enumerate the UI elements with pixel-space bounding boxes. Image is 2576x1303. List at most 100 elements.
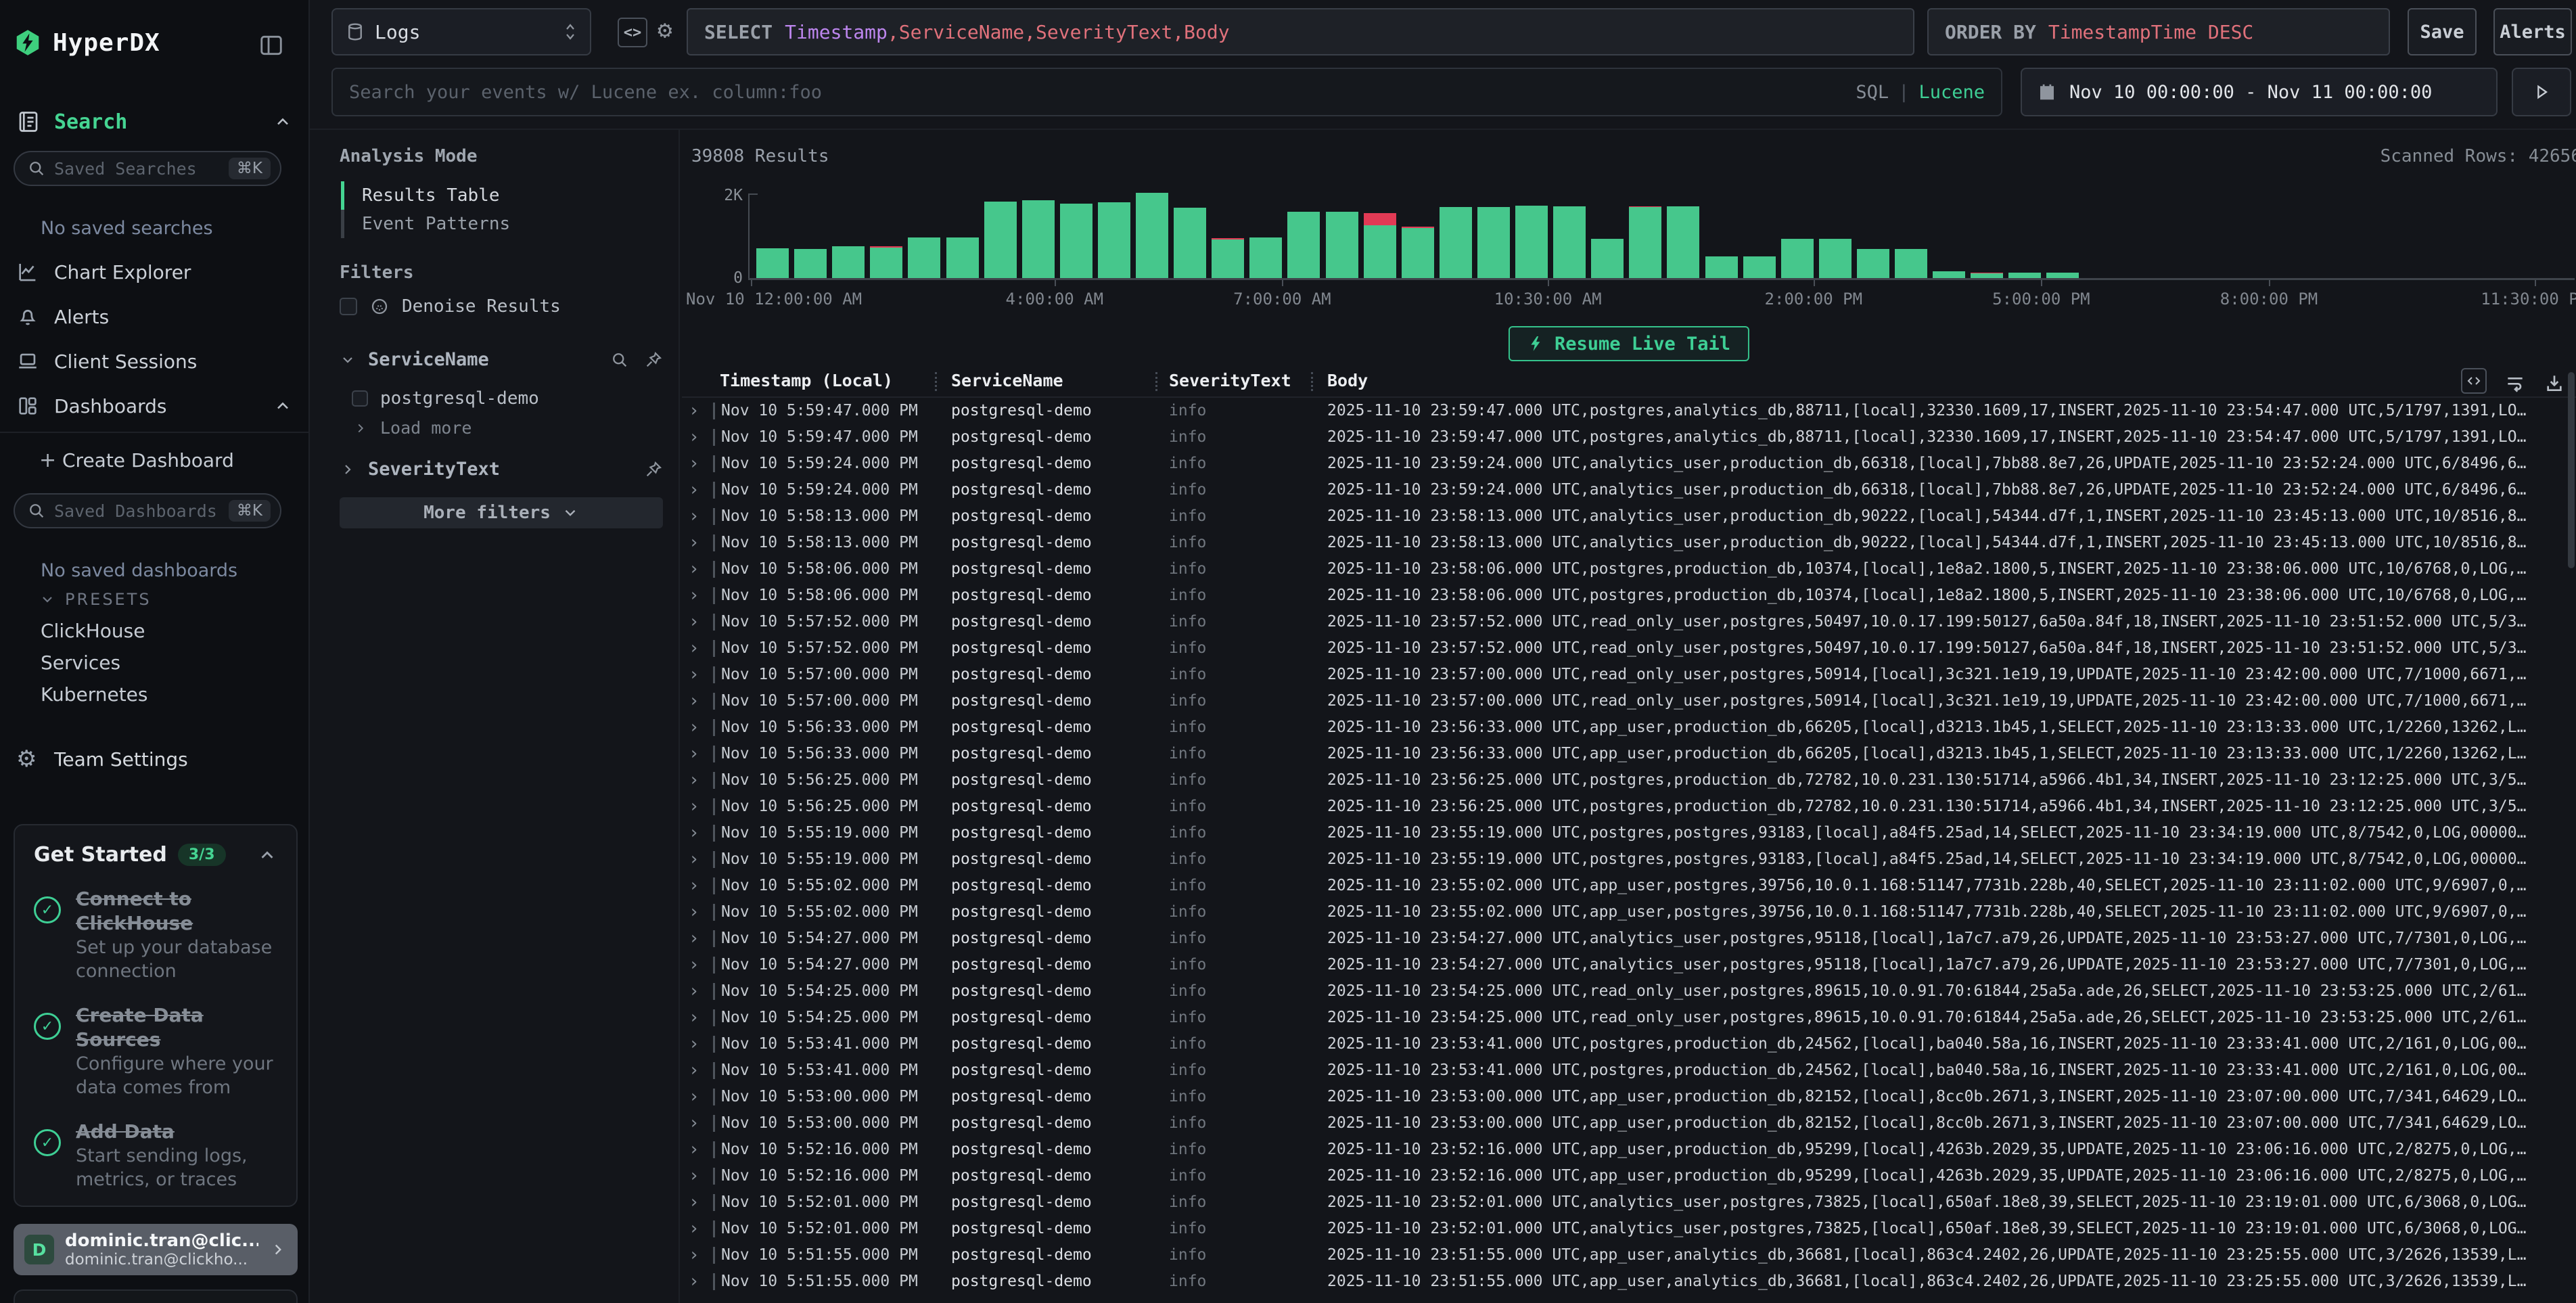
checkbox[interactable] — [352, 390, 368, 407]
col-header-timestamp[interactable]: Timestamp (Local) — [720, 371, 893, 390]
row-expand-icon[interactable]: › — [689, 1084, 699, 1110]
saved-dashboards-input[interactable] — [54, 501, 221, 521]
event-search-input[interactable] — [349, 82, 1846, 103]
mode-results-table[interactable]: Results Table — [341, 181, 639, 210]
row-expand-icon[interactable]: › — [689, 846, 699, 873]
row-expand-icon[interactable]: › — [689, 952, 699, 978]
sidebar-item-client-sessions[interactable]: Client Sessions — [0, 342, 310, 380]
source-select[interactable]: Logs — [331, 8, 591, 55]
get-started-step[interactable]: ✓ Add Data Start sending logs, metrics, … — [34, 1120, 277, 1191]
language-toggle-lucene[interactable]: Lucene — [1918, 82, 1985, 103]
row-expand-icon[interactable]: › — [689, 1005, 699, 1031]
chevron-up-icon[interactable] — [273, 396, 292, 415]
preset-kubernetes[interactable]: Kubernetes — [41, 683, 148, 706]
row-expand-icon[interactable]: › — [689, 714, 699, 741]
row-expand-icon[interactable]: › — [689, 609, 699, 635]
histogram-bar[interactable] — [1591, 239, 1624, 278]
date-range-picker[interactable]: Nov 10 00:00:00 - Nov 11 00:00:00 — [2021, 68, 2498, 116]
download-icon[interactable] — [2544, 372, 2565, 394]
log-row[interactable]: ›Nov 10 5:53:00.000 PMpostgresql-demoinf… — [682, 1084, 2576, 1110]
histogram-bar[interactable] — [1933, 271, 1965, 278]
sidebar-item-chart-explorer[interactable]: Chart Explorer — [0, 253, 310, 291]
histogram-bar[interactable] — [1022, 200, 1055, 278]
row-expand-icon[interactable]: › — [689, 662, 699, 688]
create-dashboard-button[interactable]: + Create Dashboard — [0, 442, 310, 478]
log-row[interactable]: ›Nov 10 5:59:24.000 PMpostgresql-demoinf… — [682, 451, 2576, 477]
col-header-servicename[interactable]: ServiceName — [951, 371, 1063, 390]
histogram-bar[interactable] — [1060, 204, 1092, 278]
log-row[interactable]: ›Nov 10 5:53:00.000 PMpostgresql-demoinf… — [682, 1110, 2576, 1137]
chevron-up-icon[interactable] — [273, 112, 292, 131]
histogram-bar[interactable] — [1364, 213, 1396, 278]
row-expand-icon[interactable]: › — [689, 530, 699, 556]
histogram-bar[interactable] — [870, 246, 902, 278]
histogram-bar[interactable] — [1515, 206, 1548, 278]
histogram-bar[interactable] — [1895, 249, 1927, 279]
log-row[interactable]: ›Nov 10 5:57:00.000 PMpostgresql-demoinf… — [682, 688, 2576, 714]
search-icon[interactable] — [610, 350, 629, 369]
saved-searches-input[interactable] — [54, 159, 221, 179]
row-expand-icon[interactable]: › — [689, 820, 699, 846]
preset-services[interactable]: Services — [41, 652, 120, 674]
row-expand-icon[interactable]: › — [689, 925, 699, 952]
col-header-severitytext[interactable]: SeverityText — [1169, 371, 1291, 390]
col-header-body[interactable]: Body — [1327, 371, 1368, 390]
row-expand-icon[interactable]: › — [689, 767, 699, 794]
row-expand-icon[interactable]: › — [689, 1268, 699, 1295]
sidebar-item-team-settings[interactable]: ⚙ Team Settings — [0, 740, 310, 778]
histogram-bar[interactable] — [1136, 193, 1168, 278]
log-row[interactable]: ›Nov 10 5:54:27.000 PMpostgresql-demoinf… — [682, 952, 2576, 978]
row-expand-icon[interactable]: › — [689, 978, 699, 1005]
log-row[interactable]: ›Nov 10 5:52:16.000 PMpostgresql-demoinf… — [682, 1137, 2576, 1163]
chevron-up-icon[interactable] — [257, 845, 277, 865]
log-row[interactable]: ›Nov 10 5:57:52.000 PMpostgresql-demoinf… — [682, 635, 2576, 662]
log-row[interactable]: ›Nov 10 5:53:41.000 PMpostgresql-demoinf… — [682, 1031, 2576, 1057]
code-view-icon[interactable] — [2461, 368, 2487, 394]
log-row[interactable]: ›Nov 10 5:59:47.000 PMpostgresql-demoinf… — [682, 398, 2576, 424]
language-toggle-sql[interactable]: SQL — [1856, 82, 1889, 103]
row-expand-icon[interactable]: › — [689, 1110, 699, 1137]
histogram-bar[interactable] — [908, 237, 940, 278]
sidebar-item-search[interactable]: Search — [0, 103, 310, 141]
mode-event-patterns[interactable]: Event Patterns — [341, 210, 639, 238]
log-row[interactable]: ›Nov 10 5:54:27.000 PMpostgresql-demoinf… — [682, 925, 2576, 952]
log-row[interactable]: ›Nov 10 5:57:00.000 PMpostgresql-demoinf… — [682, 662, 2576, 688]
row-expand-icon[interactable]: › — [689, 1057, 699, 1084]
filter-group-severitytext[interactable]: SeverityText — [340, 459, 663, 480]
run-search-button[interactable] — [2512, 68, 2571, 116]
row-expand-icon[interactable]: › — [689, 899, 699, 925]
row-expand-icon[interactable]: › — [689, 1031, 699, 1057]
orderby-input[interactable]: ORDER BY TimestampTime DESC — [1927, 8, 2390, 55]
row-expand-icon[interactable]: › — [689, 503, 699, 530]
log-row[interactable]: ›Nov 10 5:58:13.000 PMpostgresql-demoinf… — [682, 503, 2576, 530]
log-row[interactable]: ›Nov 10 5:51:55.000 PMpostgresql-demoinf… — [682, 1268, 2576, 1295]
column-resize-handle[interactable] — [935, 372, 937, 391]
log-row[interactable]: ›Nov 10 5:54:25.000 PMpostgresql-demoinf… — [682, 1005, 2576, 1031]
row-expand-icon[interactable]: › — [689, 1189, 699, 1216]
sidebar-item-dashboards[interactable]: Dashboards — [0, 387, 310, 425]
presets-section-header[interactable]: PRESETS — [39, 590, 152, 609]
histogram-bar[interactable] — [1781, 239, 1814, 278]
histogram-bar[interactable] — [756, 248, 789, 278]
user-menu[interactable]: D dominic.tran@clic... dominic.tran@clic… — [14, 1224, 298, 1275]
sql-editor-toggle-icon[interactable]: <> — [618, 18, 647, 47]
log-row[interactable]: ›Nov 10 5:55:02.000 PMpostgresql-demoinf… — [682, 899, 2576, 925]
sidebar-item-alerts[interactable]: Alerts — [0, 298, 310, 336]
row-expand-icon[interactable]: › — [689, 873, 699, 899]
row-expand-icon[interactable]: › — [689, 1242, 699, 1268]
histogram-bar[interactable] — [1629, 206, 1661, 278]
histogram-bar[interactable] — [1098, 202, 1130, 278]
more-filters-button[interactable]: More filters — [340, 497, 663, 528]
log-row[interactable]: ›Nov 10 5:58:13.000 PMpostgresql-demoinf… — [682, 530, 2576, 556]
histogram-bar[interactable] — [1440, 207, 1472, 278]
pin-icon[interactable] — [644, 350, 663, 369]
histogram-bar[interactable] — [1477, 207, 1510, 278]
log-row[interactable]: ›Nov 10 5:52:16.000 PMpostgresql-demoinf… — [682, 1163, 2576, 1189]
gear-icon[interactable]: ⚙ — [658, 16, 672, 44]
log-row[interactable]: ›Nov 10 5:58:06.000 PMpostgresql-demoinf… — [682, 582, 2576, 609]
log-row[interactable]: ›Nov 10 5:56:25.000 PMpostgresql-demoinf… — [682, 794, 2576, 820]
row-expand-icon[interactable]: › — [689, 688, 699, 714]
save-button[interactable]: Save — [2408, 8, 2477, 55]
log-row[interactable]: ›Nov 10 5:53:41.000 PMpostgresql-demoinf… — [682, 1057, 2576, 1084]
row-expand-icon[interactable]: › — [689, 794, 699, 820]
